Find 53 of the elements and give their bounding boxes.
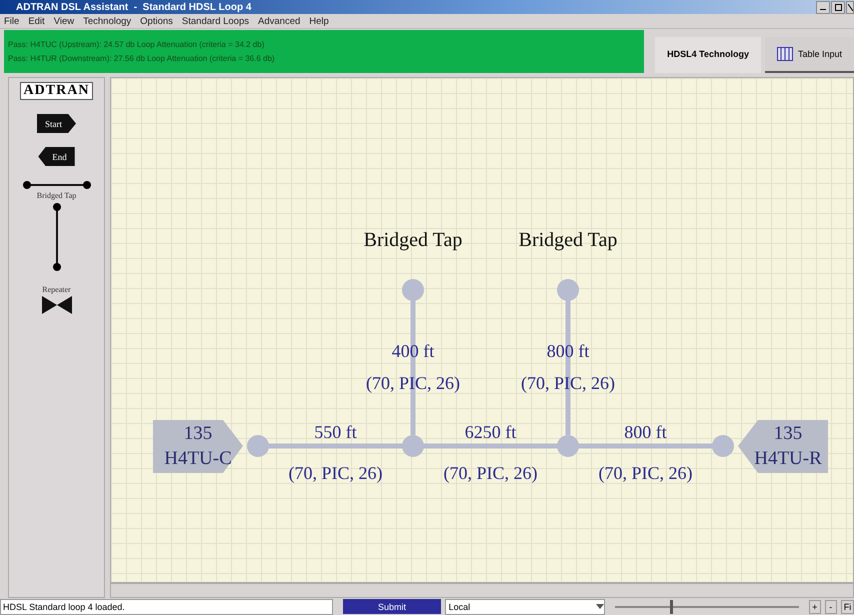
- terminal-unit-shape[interactable]: [153, 420, 243, 473]
- segment-length[interactable]: 550 ft: [314, 422, 357, 442]
- segment-length[interactable]: 6250 ft: [464, 422, 516, 442]
- submit-button[interactable]: Submit: [343, 599, 441, 614]
- vertical-tap-icon[interactable]: [52, 202, 62, 272]
- diagram-canvas[interactable]: 135 H4TU-C 135 H4TU-R 550 ft (70, PIC, 26) 6250 ft (70, PIC, 26) 800 ft (70, PIC, 26) Bridged Tap 400 ft (70, PIC, 26) Bridged Tap 800 ft (70, PIC, 26): [110, 77, 854, 583]
- tool-label: Repeater: [41, 286, 72, 294]
- menu-item[interactable]: File: [4, 16, 20, 26]
- result-line: Pass: H4TUR (Downstream): 27.56 db Loop Attenuation (criteria = 36.6 db): [8, 52, 276, 65]
- zoom-out-button[interactable]: -: [824, 600, 837, 614]
- slider-thumb[interactable]: [670, 600, 673, 614]
- terminal-number: 135: [774, 423, 802, 444]
- segment-length[interactable]: 800 ft: [624, 422, 667, 442]
- table-icon: [776, 47, 793, 61]
- segment-cable[interactable]: (70, PIC, 26): [598, 463, 692, 483]
- close-icon[interactable]: [846, 0, 854, 14]
- horizontal-tap-icon[interactable]: [22, 180, 92, 190]
- tap-length[interactable]: 400 ft: [392, 341, 434, 361]
- logo: ADTRAN: [20, 82, 94, 100]
- zoom-in-button[interactable]: +: [808, 600, 821, 614]
- tab[interactable]: Table Input: [764, 37, 854, 73]
- menu-item[interactable]: Standard Loops: [182, 16, 250, 26]
- end-tool[interactable]: End: [38, 147, 75, 166]
- tab[interactable]: HDSL4 Technology: [655, 37, 761, 73]
- tap-length[interactable]: 800 ft: [546, 341, 590, 361]
- minimize-icon[interactable]: [816, 0, 830, 14]
- tool-label: Bridged Tap: [36, 192, 76, 200]
- terminal-number: 135: [184, 423, 212, 444]
- maximize-icon[interactable]: [831, 0, 845, 14]
- tap-title: Bridged Tap: [364, 229, 462, 251]
- horizontal-scrollbar[interactable]: [110, 583, 854, 598]
- start-tool[interactable]: Start: [37, 114, 76, 133]
- caret-icon: [596, 604, 604, 609]
- fit-button[interactable]: Fi: [840, 600, 854, 614]
- terminal-unit-shape[interactable]: [738, 420, 828, 473]
- terminal-name: H4TU-R: [754, 448, 822, 469]
- repeater-icon[interactable]: [42, 296, 72, 314]
- result-line: Pass: H4TUC (Upstream): 24.57 db Loop Attenuation (criteria = 34.2 db): [8, 38, 266, 51]
- window-title: ADTRAN DSL Assistant - Standard HDSL Loop 4: [16, 2, 252, 12]
- terminal-name: H4TU-C: [164, 448, 232, 469]
- menu-item[interactable]: View: [54, 16, 74, 26]
- segment-cable[interactable]: (70, PIC, 26): [444, 463, 538, 483]
- tap-cable[interactable]: (70, PIC, 26): [366, 373, 460, 393]
- mode-dropdown[interactable]: Local: [444, 598, 605, 614]
- tap-cable[interactable]: (70, PIC, 26): [521, 373, 615, 393]
- segment-cable[interactable]: (70, PIC, 26): [288, 463, 382, 483]
- menu-item[interactable]: Technology: [83, 16, 132, 26]
- menu-item[interactable]: Help: [309, 16, 329, 26]
- menu-item[interactable]: Edit: [28, 16, 45, 26]
- status-message: HDSL Standard loop 4 loaded.: [0, 598, 334, 614]
- menu-item[interactable]: Options: [140, 16, 173, 26]
- tap-title: Bridged Tap: [518, 229, 618, 251]
- menu-item[interactable]: Advanced: [258, 16, 300, 26]
